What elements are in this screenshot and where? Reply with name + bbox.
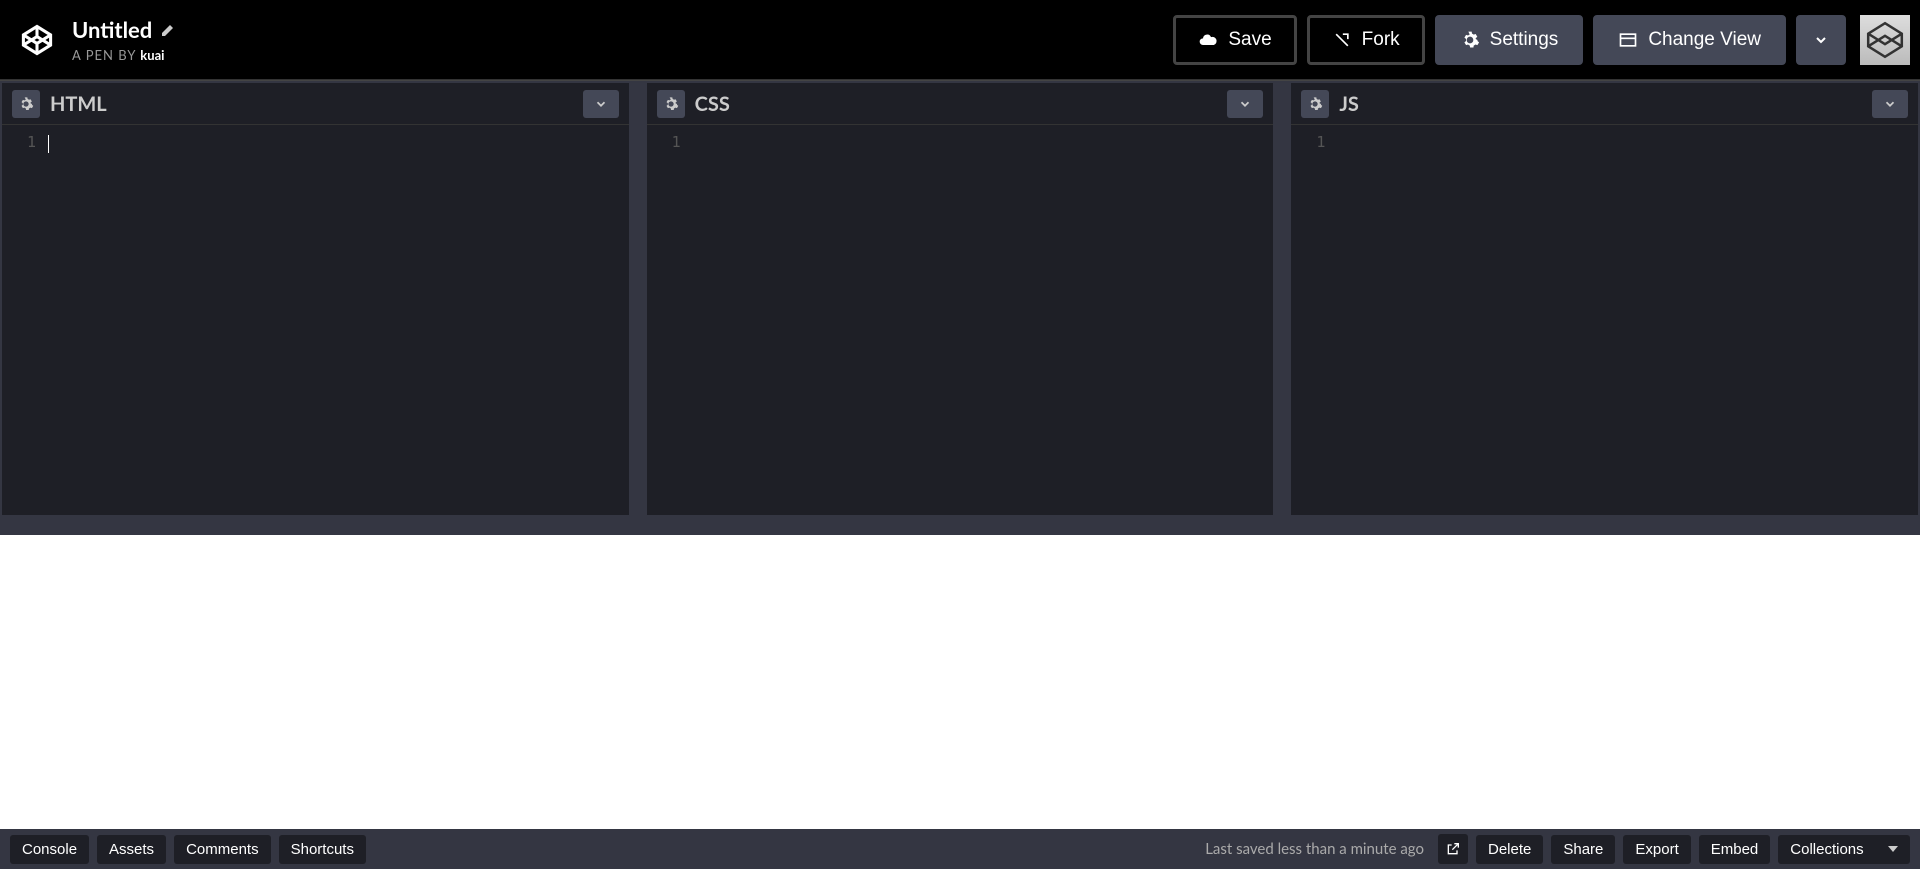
html-editor-label: HTML	[50, 92, 107, 116]
chevron-down-icon	[1813, 32, 1829, 48]
css-editor-label: CSS	[695, 92, 730, 116]
js-settings-button[interactable]	[1301, 90, 1329, 118]
delete-button[interactable]: Delete	[1476, 835, 1543, 864]
console-button[interactable]: Console	[10, 835, 89, 864]
save-button[interactable]: Save	[1173, 15, 1296, 65]
author-name[interactable]: kuai	[140, 47, 164, 63]
js-editor-header: JS	[1291, 83, 1918, 125]
gear-icon	[1460, 30, 1480, 50]
html-code-area[interactable]	[46, 133, 629, 515]
html-editor-body[interactable]: 1	[2, 125, 629, 515]
user-avatar[interactable]	[1860, 15, 1910, 65]
pen-title[interactable]: Untitled	[72, 16, 152, 43]
text-cursor	[48, 135, 49, 153]
header: Untitled A PEN BY kuai Save Fork Se	[0, 0, 1920, 80]
caret-down-icon	[1888, 846, 1898, 852]
js-editor-body[interactable]: 1	[1291, 125, 1918, 515]
gear-icon	[1307, 96, 1323, 112]
output-preview[interactable]	[0, 535, 1920, 829]
css-settings-button[interactable]	[657, 90, 685, 118]
css-editor-body[interactable]: 1	[647, 125, 1274, 515]
js-dropdown-button[interactable]	[1872, 90, 1908, 118]
gear-icon	[18, 96, 34, 112]
js-code-area[interactable]	[1335, 133, 1918, 515]
js-gutter: 1	[1291, 133, 1335, 515]
comments-button[interactable]: Comments	[174, 835, 271, 864]
change-view-button[interactable]: Change View	[1593, 15, 1786, 65]
editors-container: HTML 1 CSS	[0, 80, 1920, 515]
css-gutter: 1	[647, 133, 691, 515]
css-editor-header: CSS	[647, 83, 1274, 125]
html-dropdown-button[interactable]	[583, 90, 619, 118]
external-link-icon	[1445, 841, 1461, 857]
fork-icon	[1332, 30, 1352, 50]
header-actions: Save Fork Settings Change View	[1173, 15, 1910, 65]
js-editor-pane: JS 1	[1291, 83, 1918, 515]
pen-subtitle: A PEN BY kuai	[72, 47, 176, 63]
chevron-down-icon	[594, 97, 608, 111]
css-code-area[interactable]	[691, 133, 1274, 515]
assets-button[interactable]: Assets	[97, 835, 166, 864]
line-number: 1	[1291, 133, 1325, 151]
collections-button[interactable]: Collections	[1778, 835, 1910, 864]
horizontal-resize-handle[interactable]	[0, 515, 1920, 535]
html-settings-button[interactable]	[12, 90, 40, 118]
share-button[interactable]: Share	[1551, 835, 1615, 864]
html-gutter: 1	[2, 133, 46, 515]
js-editor-label: JS	[1339, 92, 1359, 116]
pencil-icon[interactable]	[160, 22, 176, 38]
last-saved-text: Last saved less than a minute ago	[1205, 840, 1424, 858]
title-block: Untitled A PEN BY kuai	[72, 16, 176, 63]
subtitle-prefix: A PEN BY	[72, 47, 140, 63]
view-icon	[1618, 30, 1638, 50]
export-button[interactable]: Export	[1623, 835, 1690, 864]
open-external-button[interactable]	[1438, 834, 1468, 864]
fork-button[interactable]: Fork	[1307, 15, 1425, 65]
settings-button[interactable]: Settings	[1435, 15, 1584, 65]
cloud-icon	[1198, 30, 1218, 50]
chevron-down-icon	[1238, 97, 1252, 111]
line-number: 1	[2, 133, 36, 151]
footer: Console Assets Comments Shortcuts Last s…	[0, 829, 1920, 869]
codepen-logo-icon[interactable]	[16, 19, 58, 61]
chevron-down-icon	[1883, 97, 1897, 111]
css-dropdown-button[interactable]	[1227, 90, 1263, 118]
shortcuts-button[interactable]: Shortcuts	[279, 835, 366, 864]
change-view-dropdown[interactable]	[1796, 15, 1846, 65]
html-editor-header: HTML	[2, 83, 629, 125]
embed-button[interactable]: Embed	[1699, 835, 1771, 864]
line-number: 1	[647, 133, 681, 151]
gear-icon	[663, 96, 679, 112]
html-editor-pane: HTML 1	[2, 83, 629, 515]
css-editor-pane: CSS 1	[647, 83, 1274, 515]
